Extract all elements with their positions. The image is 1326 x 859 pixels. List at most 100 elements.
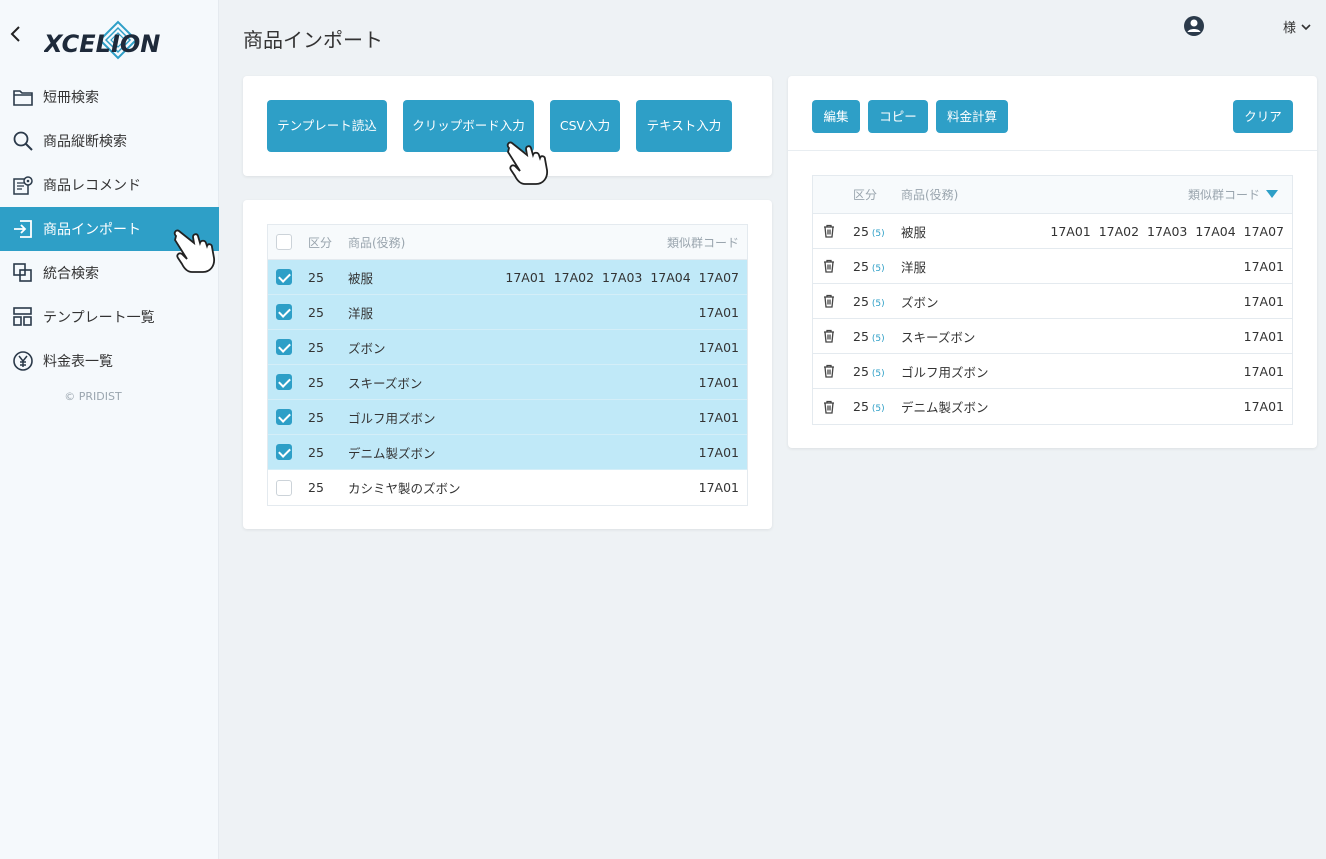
sidebar-item-templates[interactable]: テンプレート一覧 [0, 295, 219, 339]
table-row[interactable]: 25 スキーズボン 17A01 [268, 365, 747, 400]
copy-button[interactable]: コピー [868, 100, 928, 133]
row-kubun: 25 (5) [853, 224, 885, 239]
sidebar-item-label: 短冊検索 [43, 90, 99, 106]
import-icon [12, 218, 34, 240]
row-codes: 17A01 [1243, 399, 1284, 414]
header-code[interactable]: 類似群コード [1188, 186, 1260, 203]
user-menu[interactable]: 様 [1283, 17, 1312, 36]
row-codes: 17A01 [1243, 293, 1284, 309]
trash-icon[interactable] [822, 259, 836, 273]
sidebar-item-recommend[interactable]: 商品レコメンド [0, 163, 219, 207]
kubun-number: 25 [853, 293, 869, 309]
merge-icon [12, 262, 34, 284]
row-name: 被服 [901, 224, 927, 240]
row-kubun: 25 [308, 269, 324, 285]
row-kubun: 25 (5) [853, 329, 885, 344]
table-row: 25 (5) ズボン 17A01 [813, 284, 1292, 319]
row-checkbox[interactable] [276, 374, 292, 390]
table-row: 25 (5) ゴルフ用ズボン 17A01 [813, 354, 1292, 389]
table-row: 25 (5) スキーズボン 17A01 [813, 319, 1292, 354]
calc-fee-button[interactable]: 料金計算 [936, 100, 1008, 133]
row-name: ズボン [348, 340, 386, 356]
selected-items-card: 編集 コピー 料金計算 クリア 区分 商品(役務) 類似群コード 25 (5) 被… [788, 76, 1317, 448]
row-kubun: 25 [308, 444, 324, 460]
row-name: 洋服 [348, 305, 374, 321]
selected-items-table: 区分 商品(役務) 類似群コード 25 (5) 被服 17A01 17A02 17… [812, 175, 1293, 425]
template-icon [12, 306, 34, 328]
user-name-label: 様 [1283, 21, 1297, 36]
row-codes: 17A01 [698, 374, 739, 390]
row-codes: 17A01 17A02 17A03 17A04 17A07 [1050, 223, 1284, 239]
row-name: 洋服 [901, 259, 927, 275]
trash-icon[interactable] [822, 329, 836, 343]
header-code: 類似群コード [666, 235, 739, 250]
row-kubun: 25 (5) [853, 294, 885, 309]
product-count: (5) [871, 404, 885, 414]
kubun-number: 25 [853, 328, 869, 344]
kubun-number: 25 [853, 399, 869, 414]
chevron-left-icon[interactable] [8, 24, 24, 44]
row-codes: 17A01 [1243, 363, 1284, 379]
sidebar-item-label: 商品インポート [43, 222, 141, 238]
row-name: ゴルフ用ズボン [348, 410, 436, 426]
row-kubun: 25 (5) [853, 399, 885, 414]
row-checkbox[interactable] [276, 339, 292, 355]
csv-input-button[interactable]: CSV入力 [550, 100, 620, 152]
import-preview-table: 区分 商品(役務) 類似群コード 25 被服 17A01 17A02 17A03… [267, 224, 748, 506]
product-count: (5) [871, 228, 885, 239]
header-kubun: 区分 [308, 235, 333, 250]
product-count: (5) [871, 333, 885, 344]
sidebar-item-label: 商品縦断検索 [43, 134, 127, 150]
table-row[interactable]: 25 被服 17A01 17A02 17A03 17A04 17A07 [268, 260, 747, 295]
sidebar: XCELION 短冊検索 商品縦断検索 商品レコメンド 商品インポート 統合検索… [0, 0, 219, 859]
row-name: デニム製ズボン [901, 400, 989, 415]
row-codes: 17A01 [1243, 328, 1284, 344]
row-kubun: 25 (5) [853, 364, 885, 379]
header-kubun: 区分 [853, 188, 878, 202]
template-load-button[interactable]: テンプレート読込 [267, 100, 387, 152]
search-icon [12, 130, 34, 152]
table-row[interactable]: 25 洋服 17A01 [268, 295, 747, 330]
row-name: ズボン [901, 294, 939, 310]
row-name: 被服 [348, 270, 374, 286]
text-input-button[interactable]: テキスト入力 [636, 100, 732, 152]
sidebar-item-label: 料金表一覧 [43, 354, 113, 370]
table-header: 区分 商品(役務) 類似群コード [813, 176, 1292, 214]
table-row: 25 (5) デニム製ズボン 17A01 [813, 389, 1292, 424]
table-row[interactable]: 25 カシミヤ製のズボン 17A01 [268, 470, 747, 505]
select-all-checkbox[interactable] [276, 234, 292, 250]
trash-icon[interactable] [822, 224, 836, 238]
chevron-down-icon [1301, 23, 1311, 30]
table-row[interactable]: 25 デニム製ズボン 17A01 [268, 435, 747, 470]
sidebar-item-tanzaku[interactable]: 短冊検索 [0, 75, 219, 119]
table-row: 25 (5) 洋服 17A01 [813, 249, 1292, 284]
sidebar-item-price-list[interactable]: 料金表一覧 [0, 339, 219, 383]
trash-icon[interactable] [822, 400, 836, 414]
import-preview-card: 区分 商品(役務) 類似群コード 25 被服 17A01 17A02 17A03… [243, 200, 772, 529]
hand-pointer-icon [506, 141, 549, 185]
row-checkbox[interactable] [276, 269, 292, 285]
sidebar-item-label: 商品レコメンド [43, 178, 141, 194]
page-title: 商品インポート [243, 28, 383, 52]
row-checkbox[interactable] [276, 444, 292, 460]
row-checkbox[interactable] [276, 304, 292, 320]
sidebar-item-cross-search[interactable]: 商品縦断検索 [0, 119, 219, 163]
header-name: 商品(役務) [348, 235, 406, 250]
table-row[interactable]: 25 ズボン 17A01 [268, 330, 747, 365]
trash-icon[interactable] [822, 294, 836, 308]
row-kubun: 25 [308, 480, 324, 495]
clear-button[interactable]: クリア [1233, 100, 1293, 133]
row-checkbox[interactable] [276, 409, 292, 425]
table-row[interactable]: 25 ゴルフ用ズボン 17A01 [268, 400, 747, 435]
table-header: 区分 商品(役務) 類似群コード [268, 225, 747, 260]
row-name: デニム製ズボン [348, 445, 436, 461]
row-checkbox[interactable] [276, 479, 292, 496]
xcelion-logo[interactable]: XCELION [42, 18, 174, 62]
edit-button[interactable]: 編集 [812, 100, 860, 133]
account-icon[interactable] [1183, 15, 1205, 37]
folder-icon [12, 86, 34, 108]
row-codes: 17A01 [698, 339, 739, 355]
trash-icon[interactable] [822, 364, 836, 378]
product-count: (5) [871, 368, 885, 379]
sort-desc-icon[interactable] [1266, 190, 1278, 198]
